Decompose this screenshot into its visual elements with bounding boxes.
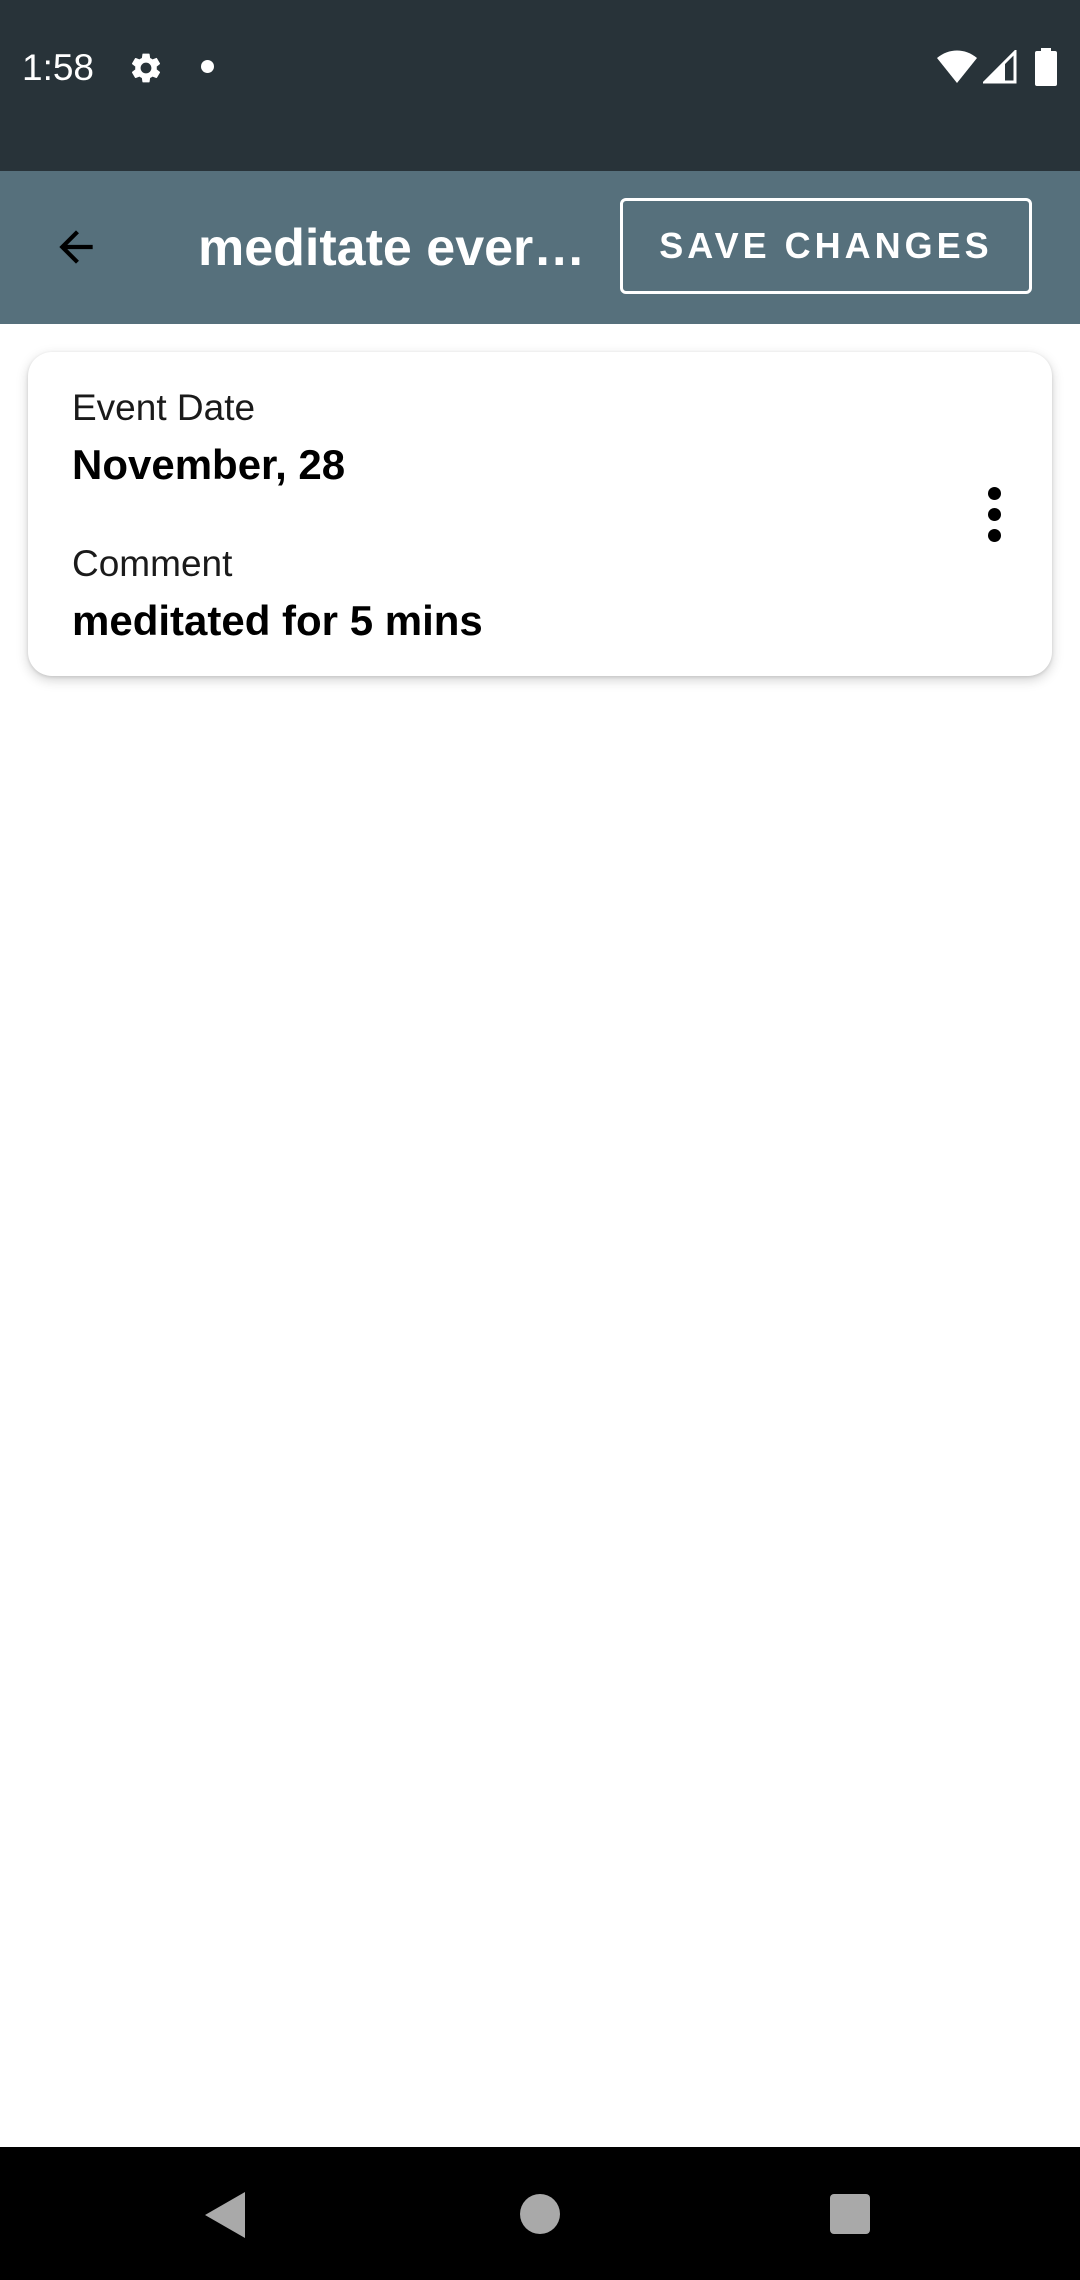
arrow-left-icon [59,230,93,264]
signal-icon [983,50,1017,84]
wifi-icon [937,50,977,83]
page-title: meditate ever… [198,219,586,277]
save-changes-button[interactable]: SAVE CHANGES [620,198,1032,294]
battery-icon [1035,48,1057,86]
event-card: Event Date November, 28 Comment meditate… [28,352,1052,676]
event-date-label: Event Date [72,387,256,428]
event-date-value: November, 28 [72,441,346,488]
more-vert-icon [987,486,1001,500]
notification-dot-icon [201,60,214,73]
back-triangle-icon[interactable] [205,2192,245,2238]
more-options-button[interactable] [964,474,1024,554]
gear-icon [131,53,161,83]
status-time: 1:58 [22,47,95,88]
system-nav-bar [0,2147,1080,2280]
status-bar: 1:58 [0,0,1080,171]
back-button[interactable] [36,201,116,293]
app-bar: meditate ever… SAVE CHANGES [0,171,1080,324]
recents-square-icon[interactable] [830,2194,870,2234]
comment-label: Comment [72,543,233,584]
home-circle-icon[interactable] [520,2194,560,2234]
comment-value: meditated for 5 mins [72,597,483,644]
